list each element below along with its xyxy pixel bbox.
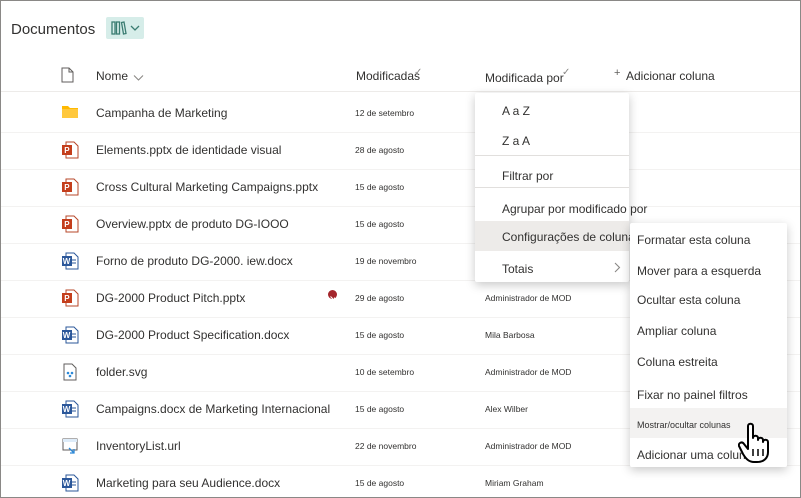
link-file-icon — [61, 437, 79, 455]
document-library: Documentos Nome Modificadas ✓ Modificada… — [0, 0, 801, 498]
file-name-link[interactable]: Cross Cultural Marketing Campaigns.pptx — [96, 180, 318, 194]
status-flag-icon — [328, 290, 337, 301]
file-type-icon[interactable] — [61, 67, 74, 88]
file-name-link[interactable]: DG-2000 Product Specification.docx — [96, 328, 289, 342]
menu-divider — [475, 187, 629, 188]
checkmark-icon: ✓ — [562, 67, 571, 78]
chevron-down-icon — [130, 25, 139, 31]
hand-cursor-icon — [738, 422, 769, 463]
submenu-item-format-column[interactable]: Formatar esta coluna — [630, 224, 787, 254]
page-title: Documentos — [11, 21, 96, 38]
submenu-item-pin-filters[interactable]: Fixar no painel filtros — [630, 379, 787, 409]
word-icon: W — [61, 326, 79, 344]
modified-by: Alex Wilber — [485, 404, 528, 414]
menu-divider — [475, 155, 629, 156]
file-name-link[interactable]: folder.svg — [96, 365, 147, 379]
file-name-link[interactable]: Campaigns.docx de Marketing Internaciona… — [96, 402, 330, 416]
modified-by: Administrador de MOD — [485, 293, 572, 303]
file-name-link[interactable]: Elements.pptx de identidade visual — [96, 143, 281, 157]
modified-date: 12 de setembro — [355, 108, 415, 118]
svg-text:P: P — [64, 183, 70, 192]
submenu-item-label: Ocultar esta coluna — [637, 293, 741, 307]
column-context-menu: A a Z Z a A Filtrar por Agrupar por modi… — [475, 93, 647, 283]
submenu-item-label: Mover para a esquerda — [637, 264, 762, 278]
menu-item-label: A a Z — [502, 104, 531, 118]
submenu-item-widen-column[interactable]: Ampliar coluna — [630, 315, 787, 345]
modified-by: Miriam Graham — [485, 478, 544, 488]
word-icon: W — [61, 252, 79, 270]
column-header-modified-by[interactable]: Modificada por — [485, 71, 564, 85]
word-icon: W — [61, 474, 79, 492]
submenu-item-label: Coluna estreita — [637, 355, 718, 369]
chevron-right-icon — [614, 262, 621, 273]
submenu-item-move-left[interactable]: Mover para a esquerda — [630, 255, 787, 285]
svg-file-icon — [61, 363, 79, 381]
modified-date: 28 de agosto — [355, 145, 405, 155]
svg-text:P: P — [64, 146, 70, 155]
menu-item-label: Configurações de coluna — [502, 230, 635, 244]
svg-text:W: W — [63, 405, 71, 414]
powerpoint-icon: P — [61, 289, 79, 307]
file-row[interactable]: P Elements.pptx de identidade visual 28 de… — [1, 132, 800, 170]
menu-item-filter[interactable]: Filtrar por — [475, 160, 629, 190]
submenu-item-label: Fixar no painel filtros — [637, 388, 748, 402]
column-header-modified[interactable]: Modificadas — [356, 69, 420, 83]
file-row[interactable]: P Cross Cultural Marketing Campaigns.pptx… — [1, 169, 800, 207]
svg-text:W: W — [63, 479, 71, 488]
submenu-item-hide-column[interactable]: Ocultar esta coluna — [630, 284, 787, 314]
svg-text:P: P — [64, 294, 70, 303]
submenu-item-narrow-column[interactable]: Coluna estreita — [630, 346, 787, 376]
file-name-link[interactable]: Forno de produto DG-2000. iew.docx — [96, 254, 293, 268]
file-name-link[interactable]: Overview.pptx de produto DG-IOOO — [96, 217, 289, 231]
menu-item-totals[interactable]: Totais — [475, 253, 629, 283]
powerpoint-icon: P — [61, 215, 79, 233]
view-switcher-button[interactable] — [106, 17, 144, 39]
menu-item-column-settings[interactable]: Configurações de coluna — [475, 221, 635, 251]
menu-item-label: Totais — [502, 262, 534, 276]
modified-date: 10 de setembro — [355, 367, 415, 377]
column-header-row: Nome Modificadas ✓ Modificada por ✓ + Ad… — [1, 61, 800, 92]
file-row[interactable]: W Marketing para seu Audience.docx 15 de a… — [1, 465, 800, 497]
menu-item-sort-z-a[interactable]: Z a A — [475, 125, 629, 155]
menu-item-group-by[interactable]: Agrupar por modificado por — [475, 193, 647, 223]
menu-item-sort-a-z[interactable]: A a Z — [475, 95, 629, 125]
modified-by: Administrador de MOD — [485, 367, 572, 377]
powerpoint-icon: P — [61, 141, 79, 159]
svg-text:W: W — [63, 331, 71, 340]
svg-text:W: W — [63, 257, 71, 266]
modified-by: Administrador de MOD — [485, 441, 572, 451]
chevron-down-icon[interactable] — [133, 69, 144, 87]
file-name-link[interactable]: DG-2000 Product Pitch.pptx — [96, 291, 245, 305]
folder-icon — [61, 104, 79, 122]
word-icon: W — [61, 400, 79, 418]
menu-item-label: Filtrar por — [502, 169, 554, 183]
submenu-item-label: Ampliar coluna — [637, 324, 717, 338]
checkmark-icon: ✓ — [414, 67, 423, 78]
modified-date: 19 de novembro — [355, 256, 417, 266]
modified-date: 15 de agosto — [355, 478, 405, 488]
file-name-link[interactable]: Marketing para seu Audience.docx — [96, 476, 280, 490]
submenu-item-label: Adicionar uma coluna — [637, 448, 753, 462]
submenu-item-label: Mostrar/ocultar colunas — [637, 420, 731, 430]
svg-text:P: P — [64, 220, 70, 229]
modified-date: 29 de agosto — [355, 293, 405, 303]
file-name-link[interactable]: Campanha de Marketing — [96, 106, 227, 120]
library-view-icon — [110, 21, 127, 35]
modified-date: 15 de agosto — [355, 404, 405, 414]
submenu-item-label: Formatar esta coluna — [637, 233, 751, 247]
menu-item-label: Z a A — [502, 134, 531, 148]
column-header-name[interactable]: Nome — [96, 69, 128, 83]
modified-date: 15 de agosto — [355, 219, 405, 229]
plus-icon: + — [614, 67, 621, 79]
modified-date: 15 de agosto — [355, 330, 405, 340]
add-column-button[interactable]: Adicionar coluna — [626, 69, 715, 83]
file-name-link[interactable]: InventoryList.url — [96, 439, 181, 453]
modified-by: Mila Barbosa — [485, 330, 535, 340]
file-row[interactable]: Campanha de Marketing 12 de setembro — [1, 95, 800, 133]
powerpoint-icon: P — [61, 178, 79, 196]
modified-date: 22 de novembro — [355, 441, 417, 451]
menu-item-label: Agrupar por modificado por — [502, 202, 648, 216]
modified-date: 15 de agosto — [355, 182, 405, 192]
